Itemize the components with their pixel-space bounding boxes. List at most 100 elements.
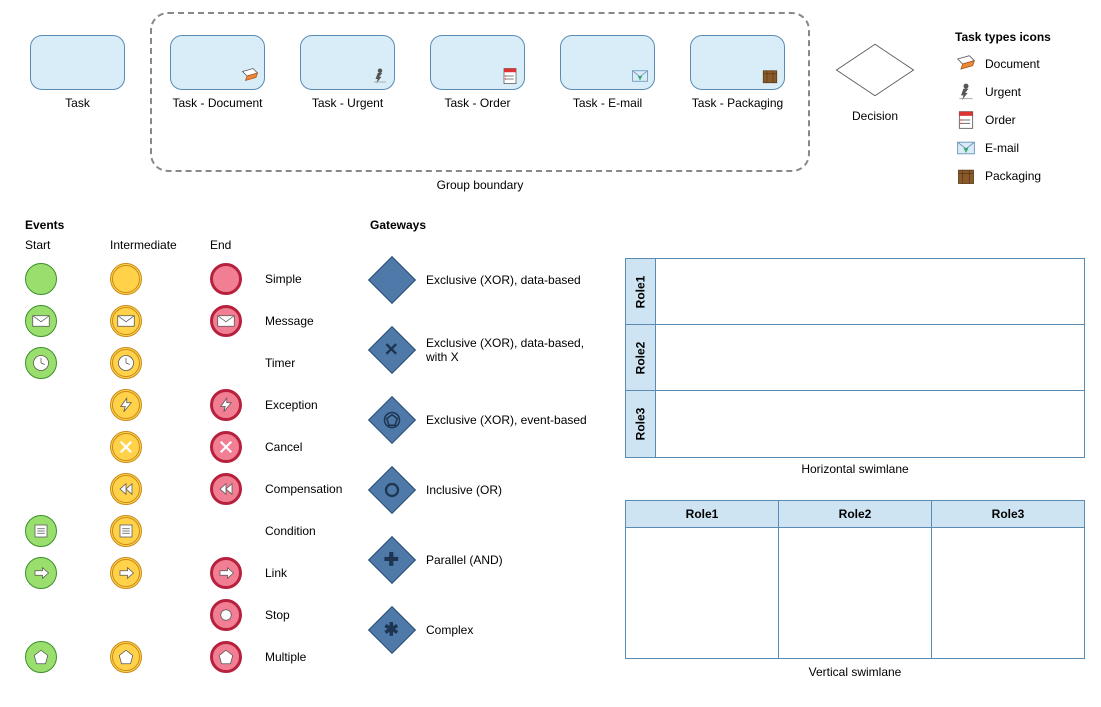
event-row-label: Link: [265, 566, 365, 580]
task-document[interactable]: [170, 35, 265, 90]
vertical-swimlane[interactable]: Role1 Role2 Role3: [625, 500, 1085, 659]
horizontal-swimlane[interactable]: Role1 Role2 Role3: [625, 258, 1085, 458]
event-row-label: Simple: [265, 272, 365, 286]
hlane-role1-header: Role1: [626, 259, 656, 324]
order-icon: [500, 67, 520, 85]
gateways-heading: Gateways: [370, 218, 426, 232]
task-urgent-caption: Task - Urgent: [300, 96, 395, 110]
email-icon: [630, 67, 650, 85]
decision-diamond[interactable]: [830, 40, 920, 100]
event-start-plain[interactable]: [25, 263, 57, 295]
event-intermediate-link[interactable]: [110, 557, 142, 589]
hlane-role1-body[interactable]: [656, 259, 1084, 324]
task-order-caption: Task - Order: [430, 96, 525, 110]
event-row-label: Stop: [265, 608, 365, 622]
email-icon: [955, 138, 977, 158]
hlane-role3-body[interactable]: [656, 391, 1084, 457]
event-intermediate-exception[interactable]: [110, 389, 142, 421]
vlane-role1-header: Role1: [626, 501, 779, 527]
gateway-pentagon[interactable]: [370, 398, 414, 442]
tt-document-label: Document: [985, 57, 1040, 71]
group-boundary-caption: Group boundary: [150, 178, 810, 192]
task-email[interactable]: [560, 35, 655, 90]
tt-packaging: Packaging: [955, 162, 1095, 190]
event-row-label: Compensation: [265, 482, 365, 496]
gateway-label: Exclusive (XOR), data-based: [426, 273, 581, 287]
events-heading: Events: [25, 218, 64, 232]
event-start-condition[interactable]: [25, 515, 57, 547]
event-end-message[interactable]: [210, 305, 242, 337]
tt-order-label: Order: [985, 113, 1016, 127]
order-icon: [955, 110, 977, 130]
task-plain[interactable]: [30, 35, 125, 90]
events-col-intermediate: Intermediate: [110, 238, 177, 252]
event-end-link[interactable]: [210, 557, 242, 589]
tt-order: Order: [955, 106, 1095, 134]
urgent-icon: [370, 67, 390, 85]
gateway-label: Parallel (AND): [426, 553, 503, 567]
event-start-timer[interactable]: [25, 347, 57, 379]
gateway-label: Exclusive (XOR), data-based, with X: [426, 336, 596, 364]
event-intermediate-compensation[interactable]: [110, 473, 142, 505]
packaging-icon: [760, 67, 780, 85]
event-row-label: Exception: [265, 398, 365, 412]
hlane-role3-header: Role3: [626, 391, 656, 457]
hlane-role2-header: Role2: [626, 325, 656, 390]
tt-document: Document: [955, 50, 1095, 78]
tt-urgent: Urgent: [955, 78, 1095, 106]
document-icon: [955, 54, 977, 74]
gateway-plus[interactable]: ✚: [370, 538, 414, 582]
tt-packaging-label: Packaging: [985, 169, 1041, 183]
event-intermediate-condition[interactable]: [110, 515, 142, 547]
event-row-label: Multiple: [265, 650, 365, 664]
tt-email: E-mail: [955, 134, 1095, 162]
event-intermediate-plain[interactable]: [110, 263, 142, 295]
events-col-start: Start: [25, 238, 50, 252]
decision-caption: Decision: [830, 109, 920, 123]
gateway-label: Complex: [426, 623, 473, 637]
event-end-cancel[interactable]: [210, 431, 242, 463]
event-end-multiple[interactable]: [210, 641, 242, 673]
hlane-role2-body[interactable]: [656, 325, 1084, 390]
event-end-exception[interactable]: [210, 389, 242, 421]
tt-urgent-label: Urgent: [985, 85, 1021, 99]
vlane-role2-header: Role2: [779, 501, 932, 527]
event-row-label: Message: [265, 314, 365, 328]
event-intermediate-timer[interactable]: [110, 347, 142, 379]
gateway-label: Inclusive (OR): [426, 483, 502, 497]
events-col-end: End: [210, 238, 231, 252]
gateway-blank[interactable]: [370, 258, 414, 302]
event-end-plain[interactable]: [210, 263, 242, 295]
event-start-message[interactable]: [25, 305, 57, 337]
event-intermediate-message[interactable]: [110, 305, 142, 337]
vlane-role2-body[interactable]: [779, 528, 932, 658]
event-row-label: Condition: [265, 524, 365, 538]
event-row-label: Timer: [265, 356, 365, 370]
vlane-role3-body[interactable]: [932, 528, 1084, 658]
task-plain-caption: Task: [30, 96, 125, 110]
tt-email-label: E-mail: [985, 141, 1019, 155]
task-packaging-caption: Task - Packaging: [690, 96, 785, 110]
event-start-link[interactable]: [25, 557, 57, 589]
task-document-caption: Task - Document: [170, 96, 265, 110]
task-packaging[interactable]: [690, 35, 785, 90]
hlane-caption: Horizontal swimlane: [625, 462, 1085, 476]
gateway-x[interactable]: ✕: [370, 328, 414, 372]
packaging-icon: [955, 166, 977, 186]
gateway-asterisk[interactable]: ✱: [370, 608, 414, 652]
event-intermediate-multiple[interactable]: [110, 641, 142, 673]
document-icon: [240, 67, 260, 85]
event-start-multiple[interactable]: [25, 641, 57, 673]
task-urgent[interactable]: [300, 35, 395, 90]
vlane-role3-header: Role3: [932, 501, 1084, 527]
vlane-caption: Vertical swimlane: [625, 665, 1085, 679]
event-intermediate-cancel[interactable]: [110, 431, 142, 463]
gateway-circle[interactable]: [370, 468, 414, 512]
task-types-heading: Task types icons: [955, 30, 1095, 44]
event-end-stop[interactable]: [210, 599, 242, 631]
event-end-compensation[interactable]: [210, 473, 242, 505]
task-order[interactable]: [430, 35, 525, 90]
task-email-caption: Task - E-mail: [560, 96, 655, 110]
gateway-label: Exclusive (XOR), event-based: [426, 413, 587, 427]
vlane-role1-body[interactable]: [626, 528, 779, 658]
